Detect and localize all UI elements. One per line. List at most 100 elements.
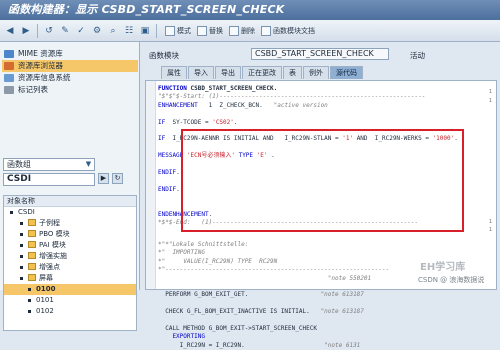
tree-bullet [20, 244, 23, 247]
replace-button[interactable]: 替换 [197, 25, 223, 36]
code-token: IF [158, 135, 169, 143]
folder-icon [28, 252, 36, 259]
code-token: ENHANCEMENT [158, 101, 202, 109]
test-icon[interactable]: ⚙ [90, 24, 104, 38]
line-marker: 1 [488, 89, 492, 95]
fm-status: 活动 [410, 51, 425, 60]
mime-icon [4, 50, 14, 58]
tree-item-label: 屏幕 [39, 274, 53, 282]
tree-item[interactable]: PAI 模块 [4, 240, 136, 251]
code-line: *"*"Lokale Schnittstelle: [158, 241, 389, 249]
tree-item-label: 子例程 [39, 219, 60, 227]
tree-bullet [20, 222, 23, 225]
tag-icon [4, 86, 14, 94]
tree-item-label: 增强点 [39, 263, 60, 271]
info-system-icon [4, 74, 14, 82]
code-token: . [233, 118, 238, 126]
fm-tabs: 属性 导入 导出 正在更改 表 例外 源代码 [161, 66, 363, 79]
tab-tables[interactable]: 表 [283, 66, 302, 79]
tree-item-screen-0102[interactable]: 0102 [4, 306, 136, 317]
code-token: IF [158, 118, 169, 126]
tab-attributes[interactable]: 属性 [161, 66, 187, 79]
tree-item[interactable]: 增强实施 [4, 251, 136, 262]
mode-tag-list[interactable]: 标记列表 [2, 84, 138, 96]
fm-documentation-button[interactable]: 函数模块文挡 [261, 25, 315, 36]
refresh-icon[interactable]: ↻ [112, 173, 123, 184]
forward-icon[interactable]: ▶ [19, 24, 33, 38]
code-line: PERFORM G_BOM_EXIT_GET. "note 613187 [158, 291, 389, 299]
code-token: *"--------------------------------------… [158, 266, 390, 274]
line-marker: 1 [488, 219, 492, 225]
code-line: *" IMPORTING [158, 249, 389, 257]
fm-documentation-label: 函数模块文挡 [273, 26, 315, 35]
object-buttons: ▶ ↻ [98, 173, 123, 184]
highlight-box [181, 129, 464, 232]
line-marker: 1 [488, 98, 492, 104]
chevron-down-icon[interactable]: ▼ [84, 160, 93, 169]
tree-item[interactable]: CSDI [4, 207, 136, 218]
document-icon [261, 25, 271, 36]
hierarchy-icon[interactable]: ☷ [122, 24, 136, 38]
tab-import[interactable]: 导入 [188, 66, 214, 79]
tree-item-label: 0101 [36, 296, 54, 304]
mode-mime-repository[interactable]: MIME 资源库 [2, 48, 138, 60]
history-icon[interactable]: ↺ [42, 24, 56, 38]
code-line: ENHANCEMENT 1 Z_CHECK_BCN. "active versi… [158, 102, 458, 110]
delete-button[interactable]: 删除 [229, 25, 255, 36]
where-used-icon[interactable]: ⌕ [106, 24, 120, 38]
folder-icon [28, 274, 36, 281]
code-token: "note 613187 [320, 291, 364, 299]
code-token: "note 613187 [320, 308, 364, 316]
mode-repository-info-system[interactable]: 资源库信息系统 [2, 72, 138, 84]
activate-icon[interactable]: ✓ [74, 24, 88, 38]
tree-item[interactable]: 屏幕 [4, 273, 136, 284]
toolbar-separator [37, 23, 38, 38]
tree-item[interactable]: 子例程 [4, 218, 136, 229]
pattern-icon[interactable]: ▣ [138, 24, 152, 38]
tree-bullet [10, 211, 13, 214]
tree-item-label: 增强实施 [39, 252, 67, 260]
watermark-text: EH学习库 [420, 262, 466, 273]
pattern-button[interactable]: 模式 [165, 25, 191, 36]
replace-icon [197, 25, 207, 36]
tree-item-label: CSDI [18, 208, 35, 216]
tree-item[interactable]: PBO 模块 [4, 229, 136, 240]
code-token: *" VALUE(I_RC29N) TYPE RC29N [158, 257, 278, 265]
tree-header: 对象名称 [4, 196, 136, 207]
mode-label: 标记列表 [18, 85, 48, 94]
display-change-icon[interactable]: ✎ [58, 24, 72, 38]
code-line: I_RC29N = I_RC29N. "note 6131 [158, 342, 389, 350]
toolbar-separator [156, 23, 157, 38]
tab-source-code[interactable]: 源代码 [330, 66, 363, 79]
code-line: *"--------------------------------------… [158, 266, 389, 274]
code-token: ENDIF [158, 168, 177, 176]
code-token: . [176, 168, 180, 176]
mode-label: MIME 资源库 [18, 49, 63, 58]
tree-item-label: 0102 [36, 307, 54, 315]
application-toolbar: ◀ ▶ ↺ ✎ ✓ ⚙ ⌕ ☷ ▣ 模式 替换 删除 函数模块文挡 [0, 20, 500, 42]
line-marker: 1 [488, 227, 492, 233]
back-icon[interactable]: ◀ [3, 24, 17, 38]
mode-label: 资源库浏览器 [18, 61, 63, 70]
tree-item[interactable]: 增强点 [4, 262, 136, 273]
code-line: CHECK G_FL_BOM_EXIT_INACTIVE IS INITIAL.… [158, 308, 389, 316]
code-token: EXPORTING [158, 333, 205, 341]
browser-mode-list: MIME 资源库 资源库浏览器 资源库信息系统 标记列表 [2, 48, 138, 96]
code-token: "note 6131 [324, 341, 361, 349]
code-token: CSBD_START_SCREEN_CHECK. [190, 85, 278, 92]
object-name-input[interactable]: CSDI [3, 173, 95, 186]
mode-label: 资源库信息系统 [18, 73, 71, 82]
fm-name-field[interactable]: CSBD_START_SCREEN_CHECK [251, 48, 389, 60]
mode-repository-browser[interactable]: 资源库浏览器 [2, 60, 138, 72]
object-type-select[interactable]: 函数组 ▼ [3, 158, 95, 171]
folder-icon [28, 263, 36, 270]
editor-gutter [146, 81, 156, 289]
tab-changing[interactable]: 正在更改 [242, 66, 282, 79]
tree-item-screen-0101[interactable]: 0101 [4, 295, 136, 306]
code-token: PERFORM G_BOM_EXIT_GET. [158, 291, 321, 299]
tab-export[interactable]: 导出 [215, 66, 241, 79]
display-object-icon[interactable]: ▶ [98, 173, 109, 184]
code-token: CHECK G_FL_BOM_EXIT_INACTIVE IS INITIAL. [158, 308, 321, 316]
tab-exceptions[interactable]: 例外 [303, 66, 329, 79]
